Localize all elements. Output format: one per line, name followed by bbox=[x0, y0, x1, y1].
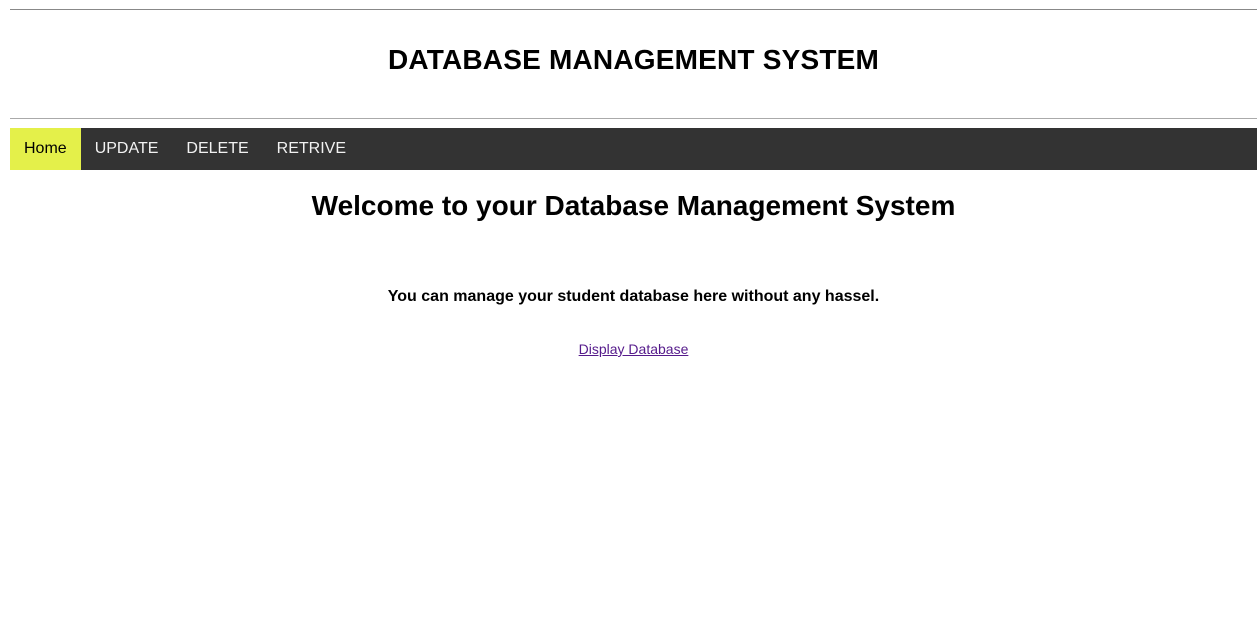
link-row: Display Database bbox=[10, 339, 1257, 359]
tagline-text: You can manage your student database her… bbox=[387, 288, 880, 305]
top-divider bbox=[10, 9, 1257, 10]
welcome-heading: Welcome to your Database Management Syst… bbox=[311, 190, 956, 221]
site-title: DATABASE MANAGEMENT SYSTEM bbox=[387, 44, 880, 75]
display-database-link[interactable]: Display Database bbox=[579, 341, 689, 357]
nav-item-delete[interactable]: DELETE bbox=[172, 128, 262, 170]
header-divider bbox=[10, 118, 1257, 119]
navbar: Home UPDATE DELETE RETRIVE bbox=[10, 128, 1257, 170]
nav-item-update[interactable]: UPDATE bbox=[81, 128, 173, 170]
nav-item-home[interactable]: Home bbox=[10, 128, 81, 170]
nav-item-retrive[interactable]: RETRIVE bbox=[263, 128, 360, 170]
page: DATABASE MANAGEMENT SYSTEM Home UPDATE D… bbox=[0, 0, 1257, 620]
